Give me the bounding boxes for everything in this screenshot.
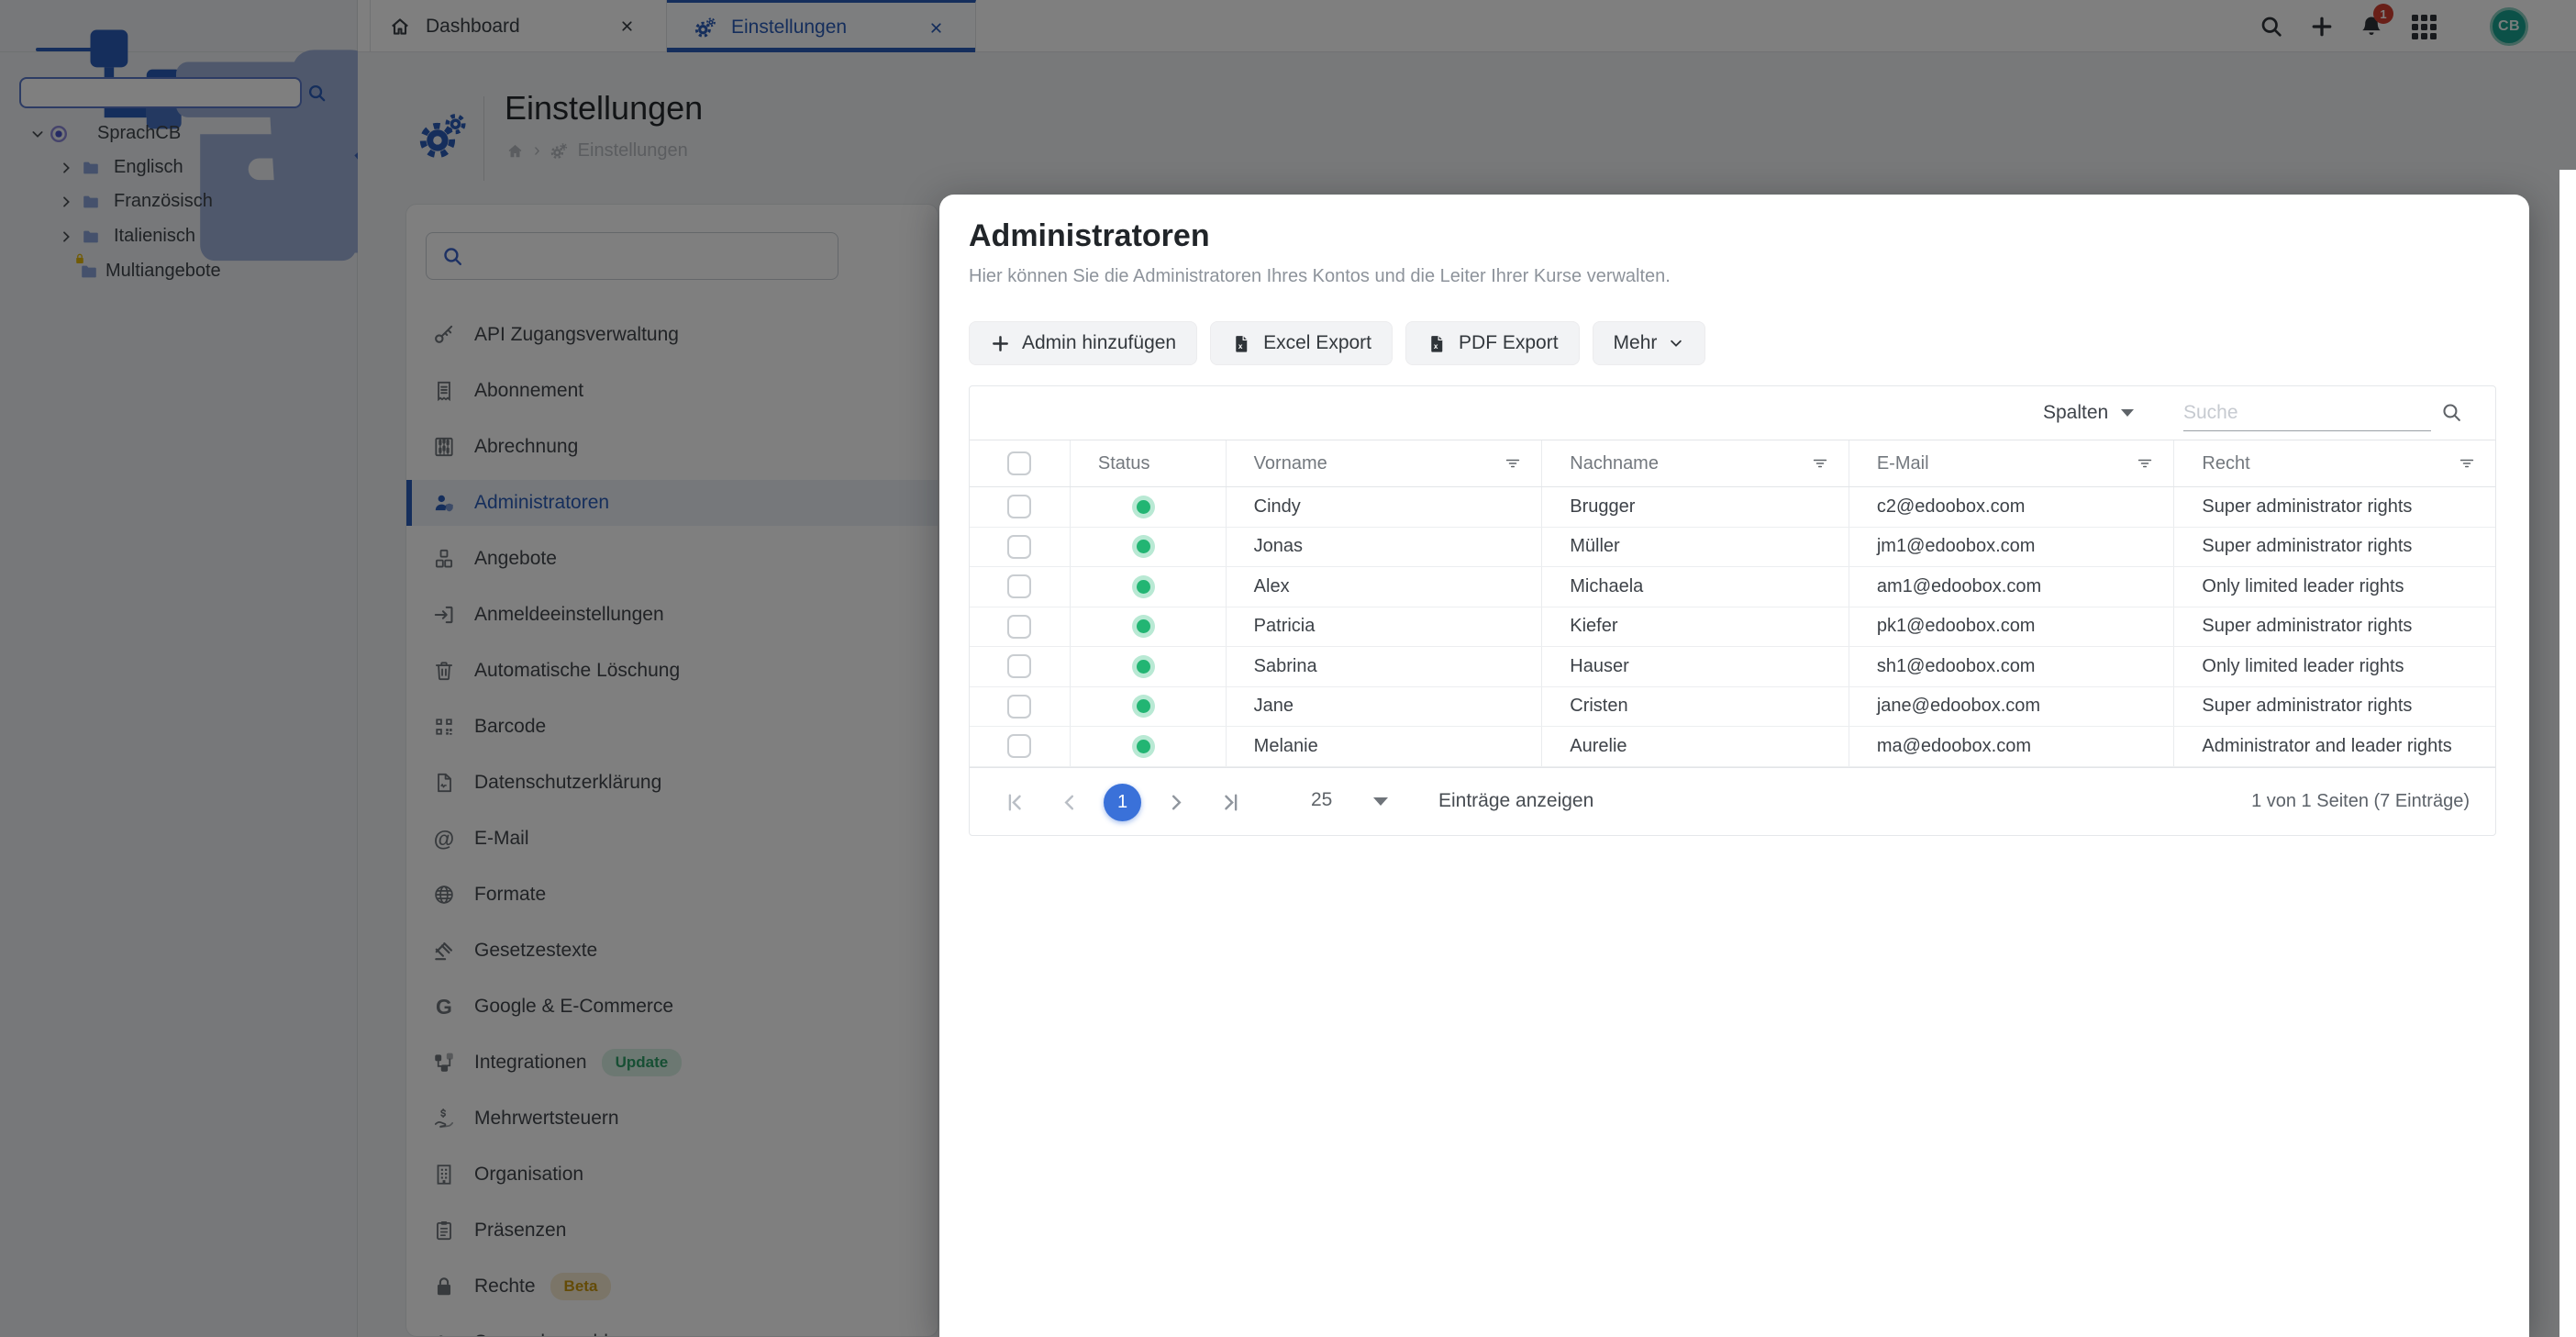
row-checkbox[interactable] bbox=[1007, 574, 1031, 598]
row-checkbox[interactable] bbox=[1007, 654, 1031, 678]
table-toolbar: Spalten bbox=[970, 386, 2495, 440]
status-active-dot bbox=[1137, 619, 1150, 633]
more-button[interactable]: Mehr bbox=[1593, 321, 1706, 365]
plus-icon bbox=[990, 333, 1011, 354]
table-row[interactable]: Cindy Brugger c2@edoobox.com Super admin… bbox=[970, 487, 2495, 528]
last-page-icon[interactable] bbox=[1218, 790, 1243, 815]
cell-vorname: Sabrina bbox=[1226, 647, 1542, 686]
row-checkbox[interactable] bbox=[1007, 734, 1031, 758]
page-size-value[interactable]: 25 bbox=[1311, 789, 1332, 811]
cell-vorname: Jonas bbox=[1226, 528, 1542, 567]
filter-icon[interactable] bbox=[1503, 453, 1523, 474]
excel-file-icon: x bbox=[1231, 333, 1252, 354]
columns-dropdown[interactable]: Spalten bbox=[2043, 386, 2134, 440]
svg-text:x: x bbox=[1434, 341, 1438, 350]
filter-icon[interactable] bbox=[2135, 453, 2155, 474]
cell-recht: Super administrator rights bbox=[2173, 528, 2495, 567]
administratoren-panel: Administratoren Hier können Sie die Admi… bbox=[939, 195, 2529, 1337]
cell-vorname: Melanie bbox=[1226, 727, 1542, 766]
filter-icon[interactable] bbox=[2457, 453, 2477, 474]
cell-email: sh1@edoobox.com bbox=[1849, 647, 2174, 686]
table-row[interactable]: Jane Cristen jane@edoobox.com Super admi… bbox=[970, 687, 2495, 728]
panel-subtitle: Hier können Sie die Administratoren Ihre… bbox=[969, 266, 1671, 287]
status-active-dot bbox=[1137, 540, 1150, 553]
cell-email: am1@edoobox.com bbox=[1849, 567, 2174, 607]
scrollbar-track[interactable] bbox=[2559, 170, 2576, 1337]
status-active-dot bbox=[1137, 699, 1150, 713]
cell-recht: Super administrator rights bbox=[2173, 607, 2495, 647]
previous-page-icon[interactable] bbox=[1057, 790, 1082, 815]
cell-vorname: Cindy bbox=[1226, 487, 1542, 527]
cell-nachname: Aurelie bbox=[1541, 727, 1849, 766]
filter-icon[interactable] bbox=[1810, 453, 1830, 474]
table-row[interactable]: Alex Michaela am1@edoobox.com Only limit… bbox=[970, 567, 2495, 607]
cell-email: pk1@edoobox.com bbox=[1849, 607, 2174, 647]
column-header-nachname[interactable]: Nachname bbox=[1570, 453, 1659, 474]
pdf-file-icon: x bbox=[1427, 333, 1448, 354]
row-checkbox[interactable] bbox=[1007, 615, 1031, 639]
column-header-email[interactable]: E-Mail bbox=[1877, 453, 1929, 474]
cell-email: c2@edoobox.com bbox=[1849, 487, 2174, 527]
status-active-dot bbox=[1137, 580, 1150, 594]
cell-nachname: Cristen bbox=[1541, 687, 1849, 727]
cell-email: ma@edoobox.com bbox=[1849, 727, 2174, 766]
admins-table: Spalten Status Vorname Nachname E-Mail R… bbox=[969, 385, 2496, 836]
status-active-dot bbox=[1137, 500, 1150, 514]
cell-recht: Only limited leader rights bbox=[2173, 567, 2495, 607]
add-admin-button[interactable]: Admin hinzufügen bbox=[969, 321, 1197, 365]
column-header-vorname[interactable]: Vorname bbox=[1254, 453, 1327, 474]
cell-nachname: Brugger bbox=[1541, 487, 1849, 527]
column-header-recht[interactable]: Recht bbox=[2202, 453, 2249, 474]
first-page-icon[interactable] bbox=[1003, 790, 1027, 815]
panel-actions: Admin hinzufügen x Excel Export x PDF Ex… bbox=[969, 321, 1705, 365]
cell-nachname: Hauser bbox=[1541, 647, 1849, 686]
cell-recht: Administrator and leader rights bbox=[2173, 727, 2495, 766]
status-active-dot bbox=[1137, 660, 1150, 674]
chevron-down-icon bbox=[1668, 335, 1684, 351]
row-checkbox[interactable] bbox=[1007, 495, 1031, 518]
pagination-summary: 1 von 1 Seiten (7 Einträge) bbox=[2251, 791, 2470, 812]
select-all-checkbox[interactable] bbox=[1007, 451, 1031, 475]
cell-vorname: Alex bbox=[1226, 567, 1542, 607]
status-active-dot bbox=[1137, 740, 1150, 753]
panel-title: Administratoren bbox=[969, 218, 1210, 254]
row-checkbox[interactable] bbox=[1007, 535, 1031, 559]
page-size-dropdown-icon[interactable] bbox=[1373, 797, 1388, 806]
search-icon[interactable] bbox=[2440, 401, 2463, 424]
next-page-icon[interactable] bbox=[1164, 790, 1189, 815]
chevron-down-icon bbox=[2121, 409, 2134, 417]
current-page-button[interactable]: 1 bbox=[1104, 784, 1141, 821]
cell-recht: Super administrator rights bbox=[2173, 687, 2495, 727]
cell-email: jane@edoobox.com bbox=[1849, 687, 2174, 727]
table-row[interactable]: Jonas Müller jm1@edoobox.com Super admin… bbox=[970, 528, 2495, 568]
excel-export-button[interactable]: x Excel Export bbox=[1210, 321, 1393, 365]
table-row[interactable]: Patricia Kiefer pk1@edoobox.com Super ad… bbox=[970, 607, 2495, 648]
cell-nachname: Kiefer bbox=[1541, 607, 1849, 647]
table-header-row: Status Vorname Nachname E-Mail Recht bbox=[970, 440, 2495, 487]
cell-nachname: Michaela bbox=[1541, 567, 1849, 607]
table-row[interactable]: Melanie Aurelie ma@edoobox.com Administr… bbox=[970, 727, 2495, 767]
table-pagination: 1 25 Einträge anzeigen 1 von 1 Seiten (7… bbox=[970, 767, 2495, 836]
table-search-field[interactable] bbox=[2183, 395, 2431, 431]
svg-text:x: x bbox=[1238, 341, 1243, 350]
pdf-export-button[interactable]: x PDF Export bbox=[1405, 321, 1580, 365]
cell-recht: Super administrator rights bbox=[2173, 487, 2495, 527]
row-checkbox[interactable] bbox=[1007, 695, 1031, 719]
cell-vorname: Patricia bbox=[1226, 607, 1542, 647]
cell-vorname: Jane bbox=[1226, 687, 1542, 727]
cell-email: jm1@edoobox.com bbox=[1849, 528, 2174, 567]
cell-recht: Only limited leader rights bbox=[2173, 647, 2495, 686]
table-row[interactable]: Sabrina Hauser sh1@edoobox.com Only limi… bbox=[970, 647, 2495, 687]
cell-nachname: Müller bbox=[1541, 528, 1849, 567]
table-search-input[interactable] bbox=[2183, 395, 2431, 431]
entries-label: Einträge anzeigen bbox=[1438, 790, 1593, 812]
column-header-status[interactable]: Status bbox=[1098, 453, 1150, 474]
